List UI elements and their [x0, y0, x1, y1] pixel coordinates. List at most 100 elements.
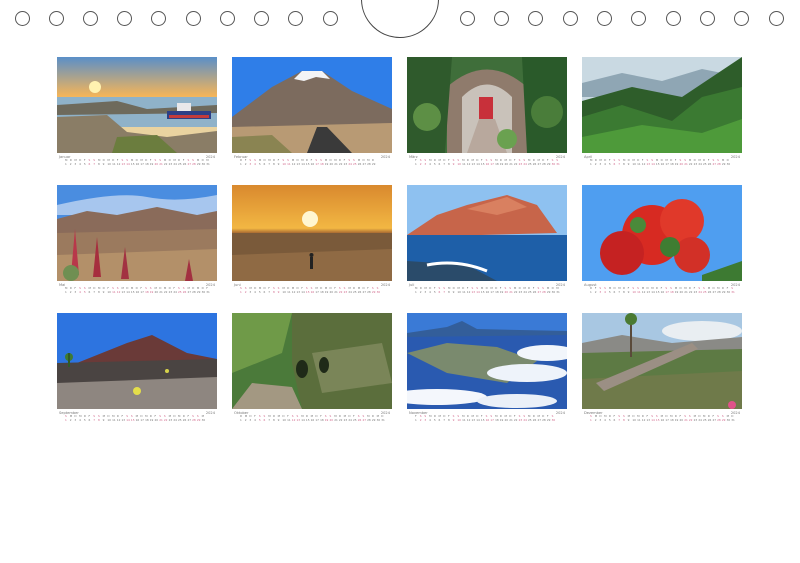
day-number: 1 [415, 162, 417, 166]
day-number: 10 [282, 290, 286, 294]
day-number: 14 [126, 290, 130, 294]
binding-hole [631, 11, 646, 26]
day-number: 4 [604, 418, 606, 422]
day-number: 17 [665, 418, 669, 422]
day-number: 21 [159, 290, 163, 294]
day-number: 12 [116, 162, 121, 166]
binding-hole [597, 11, 612, 26]
day-number: 6 [263, 290, 266, 294]
day-number: 31 [731, 418, 735, 422]
day-number: 8 [97, 418, 100, 422]
day-number: 28 [367, 418, 371, 422]
day-number: 22 [513, 290, 518, 294]
day-number: 11 [637, 418, 641, 422]
day-number: 25 [528, 290, 532, 294]
day-number: 3 [74, 418, 77, 422]
day-number: 13 [471, 418, 476, 422]
day-number: 5 [83, 162, 86, 166]
day-number: 3 [249, 418, 252, 422]
day-number: 8 [97, 162, 100, 166]
day-row: D 1 F 2 S 3 S 4 M 5 D 6 M 7 D 8 F 9 S 10 S 11 M 12 D 13 M 14 D 15 F 16 S… [240, 159, 386, 167]
day-number: 20 [154, 162, 159, 166]
day-number: 10 [632, 290, 636, 294]
day-number: 22 [163, 290, 168, 294]
day-number: 30 [551, 162, 556, 166]
day-number: 24 [348, 418, 352, 422]
day-number: 27 [537, 418, 541, 422]
day-number: 26 [357, 162, 362, 166]
day-number: 28 [717, 418, 721, 422]
day-number: 2 [244, 162, 247, 166]
day-number: 25 [178, 418, 182, 422]
day-number: 27 [362, 290, 366, 294]
month-february: Februar 2024 D 1 F 2 S 3 S 4 M 5 D 6 M 7 D 8 F 9 S 10 S 11 M 12… [232, 57, 392, 167]
day-number: 7 [268, 290, 271, 294]
day-number: 6 [438, 162, 441, 166]
day-number: 23 [518, 290, 523, 294]
day-number: 24 [698, 162, 702, 166]
day-number: 19 [499, 162, 504, 166]
day-number: 4 [604, 290, 606, 294]
day-row: M 1 D 2 M 3 D 4 F 5 S 6 S 7 M 8 D 9 M 10 D 11 F 12 S 13 S 14 M 15 D 16 M… [65, 159, 211, 167]
day-number: 23 [693, 162, 698, 166]
day-number: 19 [149, 418, 154, 422]
day-number: 21 [684, 290, 688, 294]
day-number: 20 [154, 418, 159, 422]
photo-volcanic-field [57, 313, 217, 409]
day-number: 22 [338, 162, 343, 166]
day-row: S 1 S 2 M 3 D 4 M 5 D 6 F 7 S 8 S 9 M 10 D 11 M 12 D 13 F 14 S 15 S 16 M… [240, 287, 386, 295]
day-number: 17 [665, 162, 669, 166]
binding-hole [734, 11, 749, 26]
mini-calendar: Dezember 2024 S 1 M 2 D 3 M 4 D 5 F 6 S 7 S 8 M 9 D 10 M 11 D 1… [582, 411, 742, 423]
day-number: 14 [301, 290, 305, 294]
day-number: 4 [79, 162, 81, 166]
photo-green-valley [582, 57, 742, 153]
day-number: 3 [74, 162, 77, 166]
day-row: F 1 S 2 S 3 M 4 D 5 M 6 D 7 F 8 S 9 S 10 M 11 D 12 M 13 D 14 F 15 S 16 S… [415, 415, 561, 423]
day-number: 20 [329, 162, 334, 166]
day-number: 2 [419, 162, 422, 166]
mini-calendar: Februar 2024 D 1 F 2 S 3 S 4 M 5 D 6 M 7 D 8 F 9 S 10 S 11 M 12… [232, 155, 392, 167]
day-number: 29 [371, 290, 376, 294]
binding-hole [254, 11, 269, 26]
day-number: 2 [419, 290, 422, 294]
day-number: 17 [665, 290, 669, 294]
day-number: 10 [457, 418, 461, 422]
day-number: 13 [471, 290, 476, 294]
day-number: 30 [726, 418, 731, 422]
day-number: 17 [490, 418, 494, 422]
day-number: 16 [485, 162, 490, 166]
day-number: 28 [192, 418, 196, 422]
day-number: 11 [462, 418, 466, 422]
day-number: 13 [471, 162, 476, 166]
day-number: 1 [590, 418, 592, 422]
day-number: 11 [287, 162, 291, 166]
day-number: 18 [320, 418, 324, 422]
day-number: 12 [116, 290, 121, 294]
day-number: 5 [258, 418, 261, 422]
day-number: 6 [88, 418, 91, 422]
day-number: 17 [490, 290, 494, 294]
day-number: 10 [632, 418, 636, 422]
day-number: 28 [367, 290, 371, 294]
day-number: 2 [594, 290, 597, 294]
day-number: 12 [291, 162, 296, 166]
day-number: 25 [178, 290, 182, 294]
day-number: 31 [556, 162, 560, 166]
day-number: 22 [688, 418, 693, 422]
binding-hole [563, 11, 578, 26]
day-number: 15 [655, 418, 660, 422]
day-number: 16 [135, 418, 140, 422]
mini-calendar: Juli 2024 M 1 D 2 M 3 D 4 F 5 S 6 S 7 M 8 D 9 M 10 D 11 F 12 S 13… [407, 283, 567, 295]
day-number: 3 [424, 162, 427, 166]
day-number: 13 [296, 162, 301, 166]
day-number: 24 [173, 162, 177, 166]
day-number: 13 [296, 290, 301, 294]
photo-harbor-sunset [57, 57, 217, 153]
day-number: 29 [371, 162, 376, 166]
spiral-binding [0, 0, 800, 40]
day-number: 26 [707, 162, 712, 166]
day-number: 24 [698, 418, 702, 422]
day-number: 15 [655, 162, 660, 166]
day-number: 28 [192, 162, 196, 166]
